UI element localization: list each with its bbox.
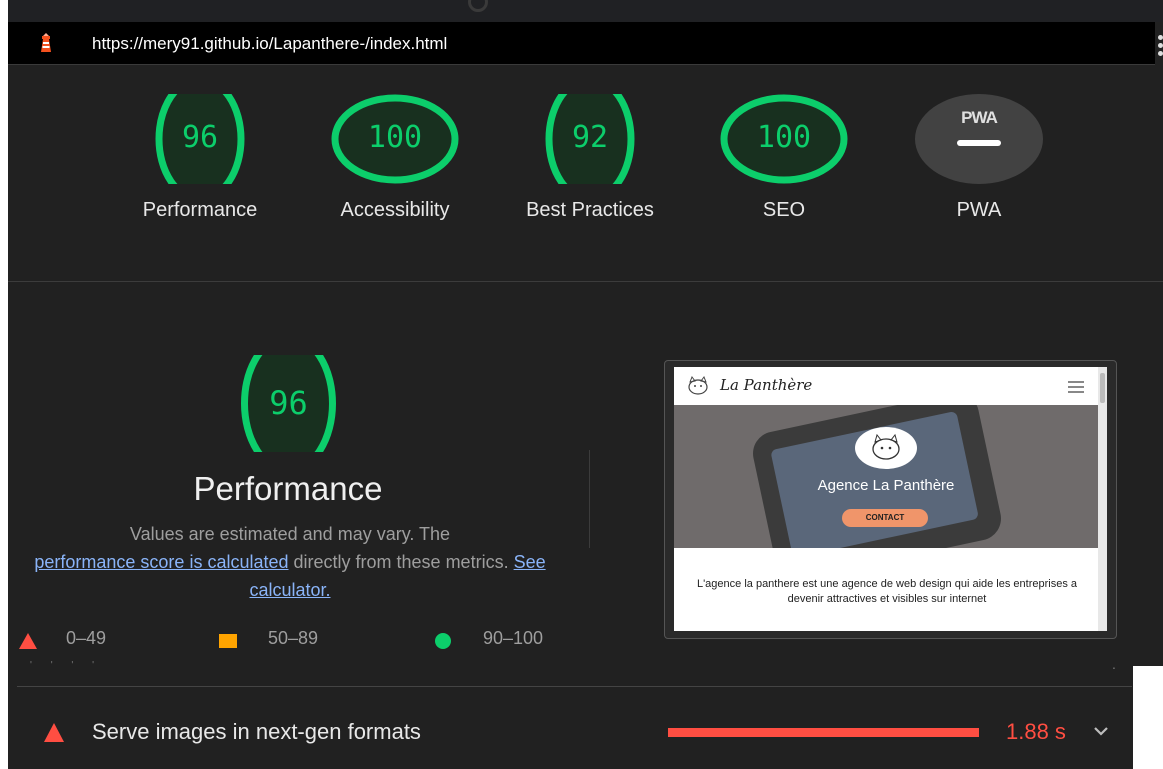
section-divider bbox=[8, 281, 1163, 282]
audit-savings-bar bbox=[668, 728, 979, 737]
gauge-performance[interactable]: 96 bbox=[135, 94, 265, 184]
average-square-icon bbox=[219, 634, 237, 648]
screenshot-scrollbar bbox=[1098, 367, 1107, 631]
gauge-score: 96 bbox=[181, 120, 219, 155]
legend-fail: 0–49 bbox=[66, 628, 107, 648]
browser-top-strip bbox=[8, 0, 1163, 22]
audit-savings-value: 1.88 s bbox=[1006, 719, 1066, 744]
pass-circle-icon bbox=[435, 633, 451, 649]
gauge-label-pwa: PWA bbox=[956, 199, 1002, 221]
performance-main-gauge: 96 bbox=[216, 355, 361, 452]
gauge-label-seo: SEO bbox=[762, 199, 806, 221]
gauge-score: 100 bbox=[756, 120, 812, 155]
screenshot-hero: Agence La Panthère CONTACT bbox=[674, 405, 1098, 548]
audit-title: Serve images in next-gen formats bbox=[92, 719, 421, 744]
gauge-score: 100 bbox=[367, 120, 423, 155]
panther-logo-icon bbox=[688, 376, 708, 395]
lighthouse-icon bbox=[41, 33, 51, 52]
gauge-pwa[interactable]: PWA bbox=[915, 94, 1043, 184]
page-screenshot: La Panthère Agence La Panthère CONTACT L… bbox=[674, 367, 1107, 631]
gauge-accessibility[interactable]: 100 bbox=[330, 94, 460, 184]
pwa-dash-icon bbox=[957, 140, 1001, 146]
chevron-down-icon[interactable] bbox=[1092, 722, 1110, 740]
white-margin bbox=[1133, 666, 1163, 769]
gauge-best-practices[interactable]: 92 bbox=[525, 94, 655, 184]
gauge-label-performance: Performance bbox=[142, 199, 258, 221]
score-calculated-link[interactable]: performance score is calculated bbox=[34, 552, 288, 572]
screenshot-brand: La Panthère bbox=[720, 376, 813, 394]
main-gauge-score: 96 bbox=[269, 384, 308, 422]
cutoff-row-fragment: ' ' ' ' bbox=[30, 660, 102, 671]
legend-average: 50–89 bbox=[268, 628, 319, 648]
desc-text: Values are estimated and may vary. The bbox=[129, 524, 451, 544]
gauge-seo[interactable]: 100 bbox=[719, 94, 849, 184]
audit-divider bbox=[17, 686, 1132, 687]
gauge-label-best-practices: Best Practices bbox=[526, 199, 654, 221]
fail-triangle-icon bbox=[44, 723, 64, 742]
vertical-divider bbox=[589, 450, 590, 548]
panther-badge-icon bbox=[855, 427, 917, 469]
hamburger-menu-icon bbox=[1068, 381, 1084, 396]
cutoff-row-fragment-right: . bbox=[1112, 656, 1116, 672]
screenshot-contact-button: CONTACT bbox=[842, 509, 928, 527]
screenshot-header: La Panthère bbox=[674, 367, 1098, 405]
performance-description: Values are estimated and may vary. The p… bbox=[8, 520, 572, 604]
desc-text-2: directly from these metrics. bbox=[293, 552, 509, 572]
more-options-icon[interactable] bbox=[1158, 35, 1163, 59]
fail-triangle-icon bbox=[19, 633, 37, 649]
gauge-label-accessibility: Accessibility bbox=[340, 199, 450, 221]
legend-pass: 90–100 bbox=[483, 628, 544, 648]
performance-title: Performance bbox=[193, 470, 383, 507]
screenshot-body-text: L'agence la panthere est une agence de w… bbox=[696, 578, 1078, 605]
pwa-badge-text: PWA bbox=[961, 108, 998, 127]
screenshot-hero-title: Agence La Panthère bbox=[817, 477, 955, 494]
report-url[interactable]: https://mery91.github.io/Lapanthere-/ind… bbox=[92, 34, 447, 54]
report-url-bar: https://mery91.github.io/Lapanthere-/ind… bbox=[8, 22, 1163, 65]
gauge-score: 92 bbox=[571, 120, 609, 155]
